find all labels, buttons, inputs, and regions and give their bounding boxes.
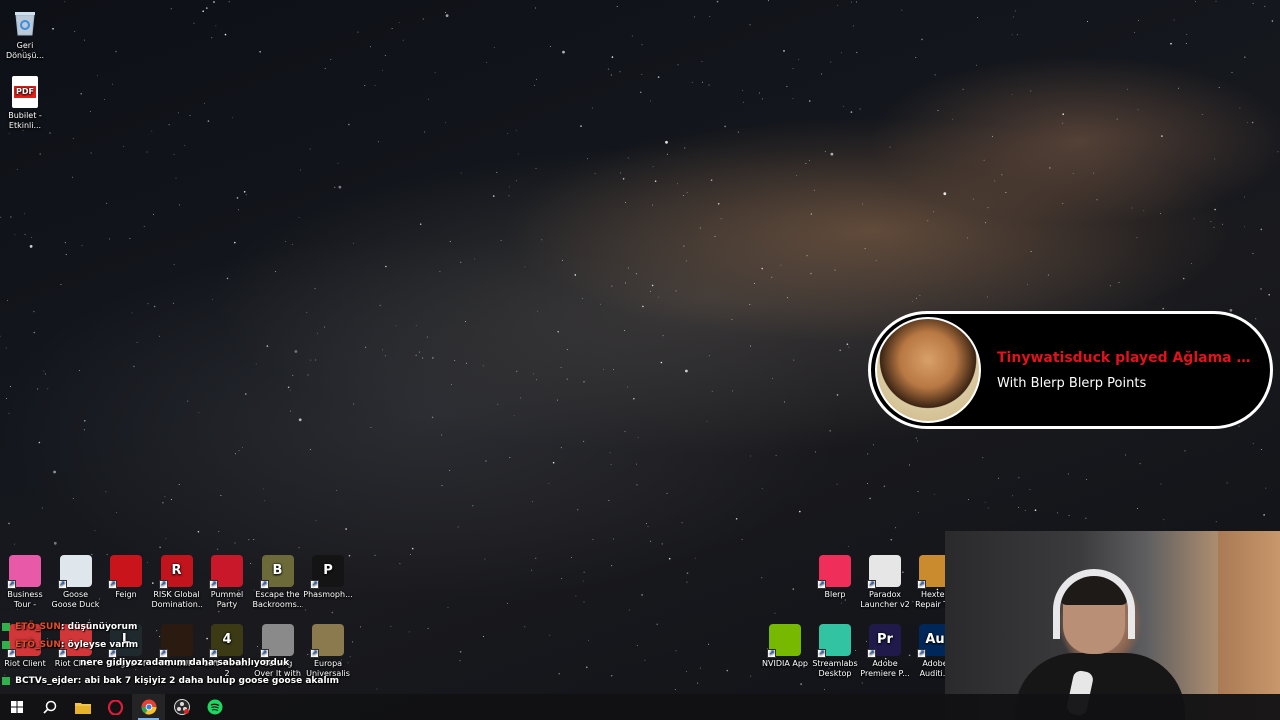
- opera-button[interactable]: [99, 694, 132, 720]
- nvidia-icon: ↗: [767, 624, 801, 658]
- chat-username: ETÖ_SUN: [15, 640, 61, 650]
- icon-label: Streamlabs Desktop: [812, 659, 858, 678]
- chat-username: BCTVs_ejder: [15, 676, 78, 686]
- icon-label: Business Tour - Online M...: [7, 590, 43, 609]
- paradox-icon: ↗: [867, 555, 901, 589]
- chat-username: ETÖ_SUN: [15, 622, 61, 632]
- recycle-bin-shortcut[interactable]: Geri Dönüşü...: [0, 6, 50, 61]
- chat-message: ETÖ_SUN: düşünüyorum: [2, 618, 332, 636]
- alert-subtitle: With Blerp Blerp Points: [997, 375, 1147, 391]
- badge-icon: [2, 676, 10, 685]
- chat-text: : düşünüyorum: [60, 622, 138, 632]
- shortcut-arrow-icon: ↗: [158, 580, 168, 589]
- windows-icon: [10, 701, 23, 713]
- shortcut-arrow-icon: ↗: [917, 580, 926, 589]
- backrooms-shortcut[interactable]: B ↗ Escape the Backrooms...: [253, 555, 303, 610]
- premiere-shortcut[interactable]: Pr ↗ Adobe Premiere P...: [860, 624, 910, 679]
- opera-icon: [108, 699, 123, 715]
- icon-glyph: R: [171, 563, 182, 578]
- shortcut-arrow-icon: ↗: [817, 649, 826, 658]
- icon-label: RISK Global Domination...: [151, 590, 202, 609]
- shortcut-arrow-icon: ↗: [7, 580, 16, 589]
- shortcut-arrow-icon: ↗: [917, 649, 926, 658]
- chat-message: nere gidiyoz adamım daha sabahlıyorduk: [2, 654, 332, 672]
- icon-label: Bubilet - Etkinli...: [8, 111, 42, 130]
- shortcut-arrow-icon: ↗: [867, 649, 876, 658]
- blerp-shortcut[interactable]: ↗ Blerp: [810, 555, 860, 600]
- icon-label: Geri Dönüşü...: [5, 41, 45, 60]
- pdf-file-icon: PDF: [12, 76, 38, 108]
- alert-title: Tinywatisduck played Ağlama H...: [997, 349, 1259, 366]
- badge-icon: [2, 622, 10, 631]
- webcam-overlay: [945, 531, 1280, 720]
- icon-label: Escape the Backrooms...: [252, 590, 303, 609]
- badge-icon: [2, 640, 10, 649]
- icon-label: Paradox Launcher v2: [860, 590, 910, 609]
- backrooms-icon: B ↗: [259, 555, 294, 589]
- streamlabs-shortcut[interactable]: ↗ Streamlabs Desktop: [810, 624, 860, 679]
- recycle-bin-icon: [9, 6, 41, 38]
- feign-shortcut[interactable]: ↗ Feign: [101, 555, 151, 600]
- icon-label: Pummel Party: [210, 590, 244, 609]
- webcam-background-door: [1218, 531, 1280, 720]
- headset-icon: [1053, 569, 1135, 639]
- icon-glyph: Au: [925, 632, 945, 647]
- icon-label: Adobe Premiere P...: [860, 659, 910, 678]
- obs-button[interactable]: [165, 694, 198, 720]
- pummel-party-icon: ↗: [209, 555, 243, 589]
- file-explorer-button[interactable]: [66, 694, 99, 720]
- shortcut-arrow-icon: ↗: [767, 649, 776, 658]
- chat-text: nere gidiyoz adamım daha sabahlıyorduk: [80, 658, 290, 668]
- shortcut-arrow-icon: ↗: [209, 580, 218, 589]
- stream-chat-overlay: ETÖ_SUN: düşünüyorum ETÖ_SUN: öyleyse va…: [2, 618, 339, 690]
- shortcut-arrow-icon: ↗: [259, 580, 269, 589]
- alert-avatar: [875, 317, 981, 423]
- streamlabs-icon: ↗: [817, 624, 851, 658]
- goose-shortcut[interactable]: ↗ Goose Goose Duck: [51, 555, 101, 610]
- chrome-icon: [140, 699, 157, 715]
- icon-glyph: Pr: [877, 632, 893, 647]
- shortcut-arrow-icon: ↗: [817, 580, 826, 589]
- folder-icon: [74, 702, 91, 714]
- spotify-button[interactable]: [198, 694, 231, 720]
- feign-icon: ↗: [108, 555, 142, 589]
- pummel-party-shortcut[interactable]: ↗ Pummel Party: [202, 555, 252, 610]
- blerp-alert-popup: Tinywatisduck played Ağlama H... With Bl…: [868, 311, 1273, 429]
- pdf-badge: PDF: [14, 86, 36, 98]
- windows-taskbar: [0, 694, 1280, 720]
- icon-label: Phasmoph...: [303, 590, 353, 599]
- nvidia-shortcut[interactable]: ↗ NVIDIA App: [760, 624, 810, 669]
- icon-glyph: B: [272, 563, 283, 578]
- phasmophobia-icon: P ↗: [310, 555, 344, 589]
- start-button[interactable]: [0, 694, 33, 720]
- icon-label: Blerp: [824, 590, 846, 599]
- business-tour-shortcut[interactable]: ↗Business Tour - Online M...: [0, 555, 50, 610]
- search-button[interactable]: [33, 694, 66, 720]
- shortcut-arrow-icon: ↗: [310, 580, 319, 589]
- search-icon: [42, 700, 56, 714]
- pdf-shortcut[interactable]: PDF Bubilet - Etkinli...: [0, 76, 50, 131]
- icon-label: Feign: [115, 590, 137, 599]
- icon-label: NVIDIA App: [762, 659, 808, 668]
- phasmophobia-shortcut[interactable]: P ↗ Phasmoph...: [303, 555, 353, 600]
- shortcut-arrow-icon: ↗: [867, 580, 876, 589]
- business-tour-icon: ↗: [7, 555, 41, 589]
- premiere-icon: Pr ↗: [867, 624, 901, 658]
- goose-icon: ↗: [57, 555, 92, 589]
- risk-shortcut[interactable]: R ↗ RISK Global Domination...: [152, 555, 202, 610]
- chat-text: : öyleyse varım: [60, 640, 139, 650]
- shortcut-arrow-icon: ↗: [108, 580, 117, 589]
- paradox-shortcut[interactable]: ↗ Paradox Launcher v2: [860, 555, 910, 610]
- chat-message: BCTVs_ejder: abi bak 7 kişiyiz 2 daha bu…: [2, 672, 339, 690]
- blerp-icon: ↗: [817, 555, 851, 589]
- chat-text: : abi bak 7 kişiyiz 2 daha bulup goose g…: [77, 676, 340, 686]
- risk-icon: R ↗: [158, 555, 193, 589]
- icon-glyph: P: [323, 563, 333, 578]
- shortcut-arrow-icon: ↗: [57, 580, 67, 589]
- icon-label: Goose Goose Duck: [51, 590, 100, 609]
- obs-icon: [173, 699, 190, 715]
- chat-message: ETÖ_SUN: öyleyse varım: [2, 636, 332, 654]
- spotify-icon: [207, 699, 222, 715]
- chrome-button[interactable]: [132, 694, 165, 720]
